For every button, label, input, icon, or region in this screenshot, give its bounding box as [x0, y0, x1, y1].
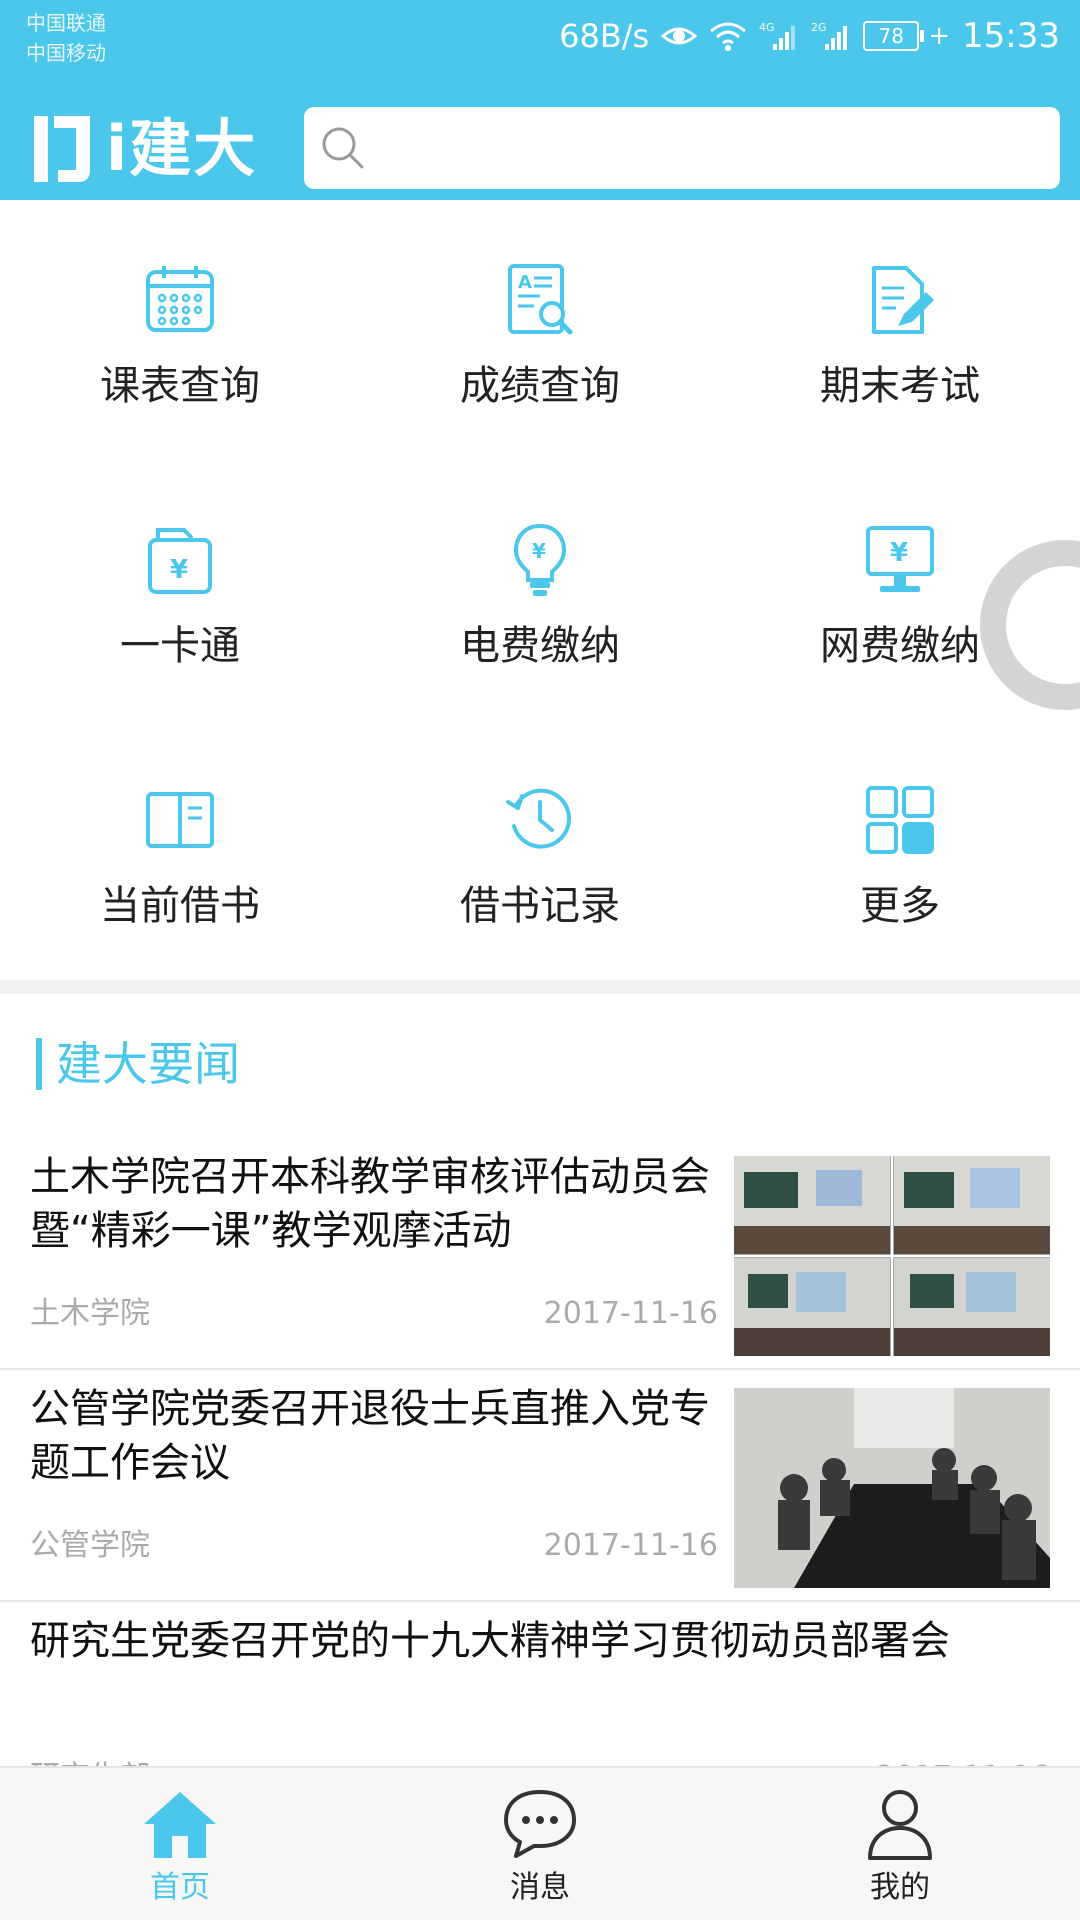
logo-text: i建大 [106, 112, 258, 185]
carrier-2: 中国移动 [26, 41, 106, 65]
net-speed: 68B/s [559, 17, 650, 55]
service-label: 课表查询 [100, 363, 260, 409]
news-headline: 研究生党委召开党的十九大精神学习贯彻动员部署会 [30, 1618, 950, 1664]
svg-text:¥: ¥ [532, 539, 546, 563]
news-headline: 土木学院召开本科教学审核评估动员会暨“精彩一课”教学观摩活动 [30, 1154, 710, 1254]
carrier-info: 中国联通 中国移动 [26, 8, 106, 68]
service-label: 期末考试 [820, 363, 980, 409]
news-item[interactable]: 土木学院召开本科教学审核评估动员会暨“精彩一课”教学观摩活动 土木学院 2017… [0, 1138, 1080, 1370]
service-final-exam[interactable]: 期末考试 [720, 200, 1080, 460]
nav-home[interactable]: 首页 [0, 1768, 360, 1920]
card-wallet-icon: ¥ [148, 528, 212, 594]
battery-level: 78 [863, 21, 920, 51]
news-date: 2017-11-16 [876, 1758, 1050, 1766]
news-source: 研究生部 [30, 1758, 150, 1766]
service-label: 成绩查询 [460, 363, 620, 409]
search-icon [322, 127, 364, 169]
news-section-title: 建大要闻 [56, 1037, 240, 1091]
battery-icon: 78 + [863, 21, 950, 51]
svg-text:¥: ¥ [170, 555, 188, 585]
section-divider [0, 980, 1080, 994]
search-bar[interactable] [304, 107, 1060, 189]
open-book-icon [146, 792, 214, 848]
grade-search-icon: A [508, 264, 573, 335]
service-borrow-history[interactable]: 借书记录 [360, 720, 720, 980]
calendar-icon [146, 266, 214, 332]
nav-label: 我的 [870, 1870, 930, 1905]
service-label: 一卡通 [120, 623, 240, 669]
news-thumbnail [734, 1156, 1050, 1356]
service-more[interactable]: 更多 [720, 720, 1080, 980]
svg-text:2G: 2G [811, 21, 827, 34]
service-campus-card[interactable]: ¥ 一卡通 [0, 460, 360, 720]
app-logo: i建大 [28, 106, 257, 192]
news-headline: 公管学院党委召开退役士兵直推入党专题工作会议 [30, 1386, 710, 1486]
search-input[interactable] [376, 117, 1036, 179]
exam-edit-icon [872, 266, 934, 334]
logo-mark-icon [34, 116, 90, 182]
service-electricity-fee[interactable]: ¥ 电费缴纳 [360, 460, 720, 720]
news-date: 2017-11-16 [543, 1296, 718, 1331]
service-label: 电费缴纳 [460, 623, 620, 669]
svg-text:4G: 4G [759, 21, 775, 34]
lightbulb-icon: ¥ [513, 523, 567, 596]
news-item[interactable]: 公管学院党委召开退役士兵直推入党专题工作会议 公管学院 2017-11-16 [0, 1370, 1080, 1602]
service-grades[interactable]: A 成绩查询 [360, 200, 720, 460]
signal-2g-icon: 2G [811, 20, 851, 52]
floating-assist-button[interactable] [980, 540, 1080, 710]
app-bar: i建大 [0, 100, 1080, 200]
service-label: 当前借书 [100, 883, 260, 929]
home-icon [144, 1792, 216, 1858]
service-current-borrow[interactable]: 当前借书 [0, 720, 360, 980]
bottom-navigation: 首页 消息 我的 [0, 1766, 1080, 1920]
nav-profile[interactable]: 我的 [720, 1768, 1080, 1920]
service-label: 更多 [860, 883, 940, 929]
news-section: 建大要闻 土木学院召开本科教学审核评估动员会暨“精彩一课”教学观摩活动 土木学院… [0, 994, 1080, 1766]
nav-label: 消息 [510, 1870, 570, 1905]
person-icon [868, 1790, 932, 1860]
history-clock-icon [506, 788, 571, 849]
status-bar: 中国联通 中国移动 68B/s 4G 2G 78 + 15:33 [0, 0, 1080, 72]
svg-text:¥: ¥ [890, 538, 908, 568]
news-thumbnail [734, 1388, 1050, 1588]
service-label: 借书记录 [460, 883, 620, 929]
service-timetable[interactable]: 课表查询 [0, 200, 360, 460]
service-label: 网费缴纳 [820, 623, 980, 669]
carrier-1: 中国联通 [26, 11, 106, 35]
accent-bar [36, 1038, 42, 1090]
news-item[interactable]: 研究生党委召开党的十九大精神学习贯彻动员部署会 研究生部 2017-11-16 [0, 1602, 1080, 1766]
grid-more-icon [866, 786, 934, 854]
app-header: 中国联通 中国移动 68B/s 4G 2G 78 + 15:33 i建大 [0, 0, 1080, 200]
news-source: 公管学院 [30, 1528, 150, 1563]
nav-messages[interactable]: 消息 [360, 1768, 720, 1920]
service-grid: 课表查询 A 成绩查询 期末考试 ¥ 一卡通 ¥ 电费缴纳 ¥ 网费缴纳 当前借… [0, 200, 1080, 980]
news-date: 2017-11-16 [543, 1528, 718, 1563]
svg-text:A: A [518, 272, 532, 293]
wifi-icon [709, 21, 747, 51]
news-source: 土木学院 [30, 1296, 150, 1331]
status-indicators: 68B/s 4G 2G 78 + 15:33 [559, 14, 1060, 58]
chat-bubble-icon [504, 1790, 576, 1858]
monitor-yen-icon: ¥ [866, 526, 934, 592]
eye-icon [661, 22, 698, 50]
signal-4g-icon: 4G [759, 20, 799, 52]
news-section-header: 建大要闻 [36, 1036, 240, 1092]
nav-label: 首页 [150, 1870, 210, 1905]
clock: 15:33 [962, 16, 1060, 56]
